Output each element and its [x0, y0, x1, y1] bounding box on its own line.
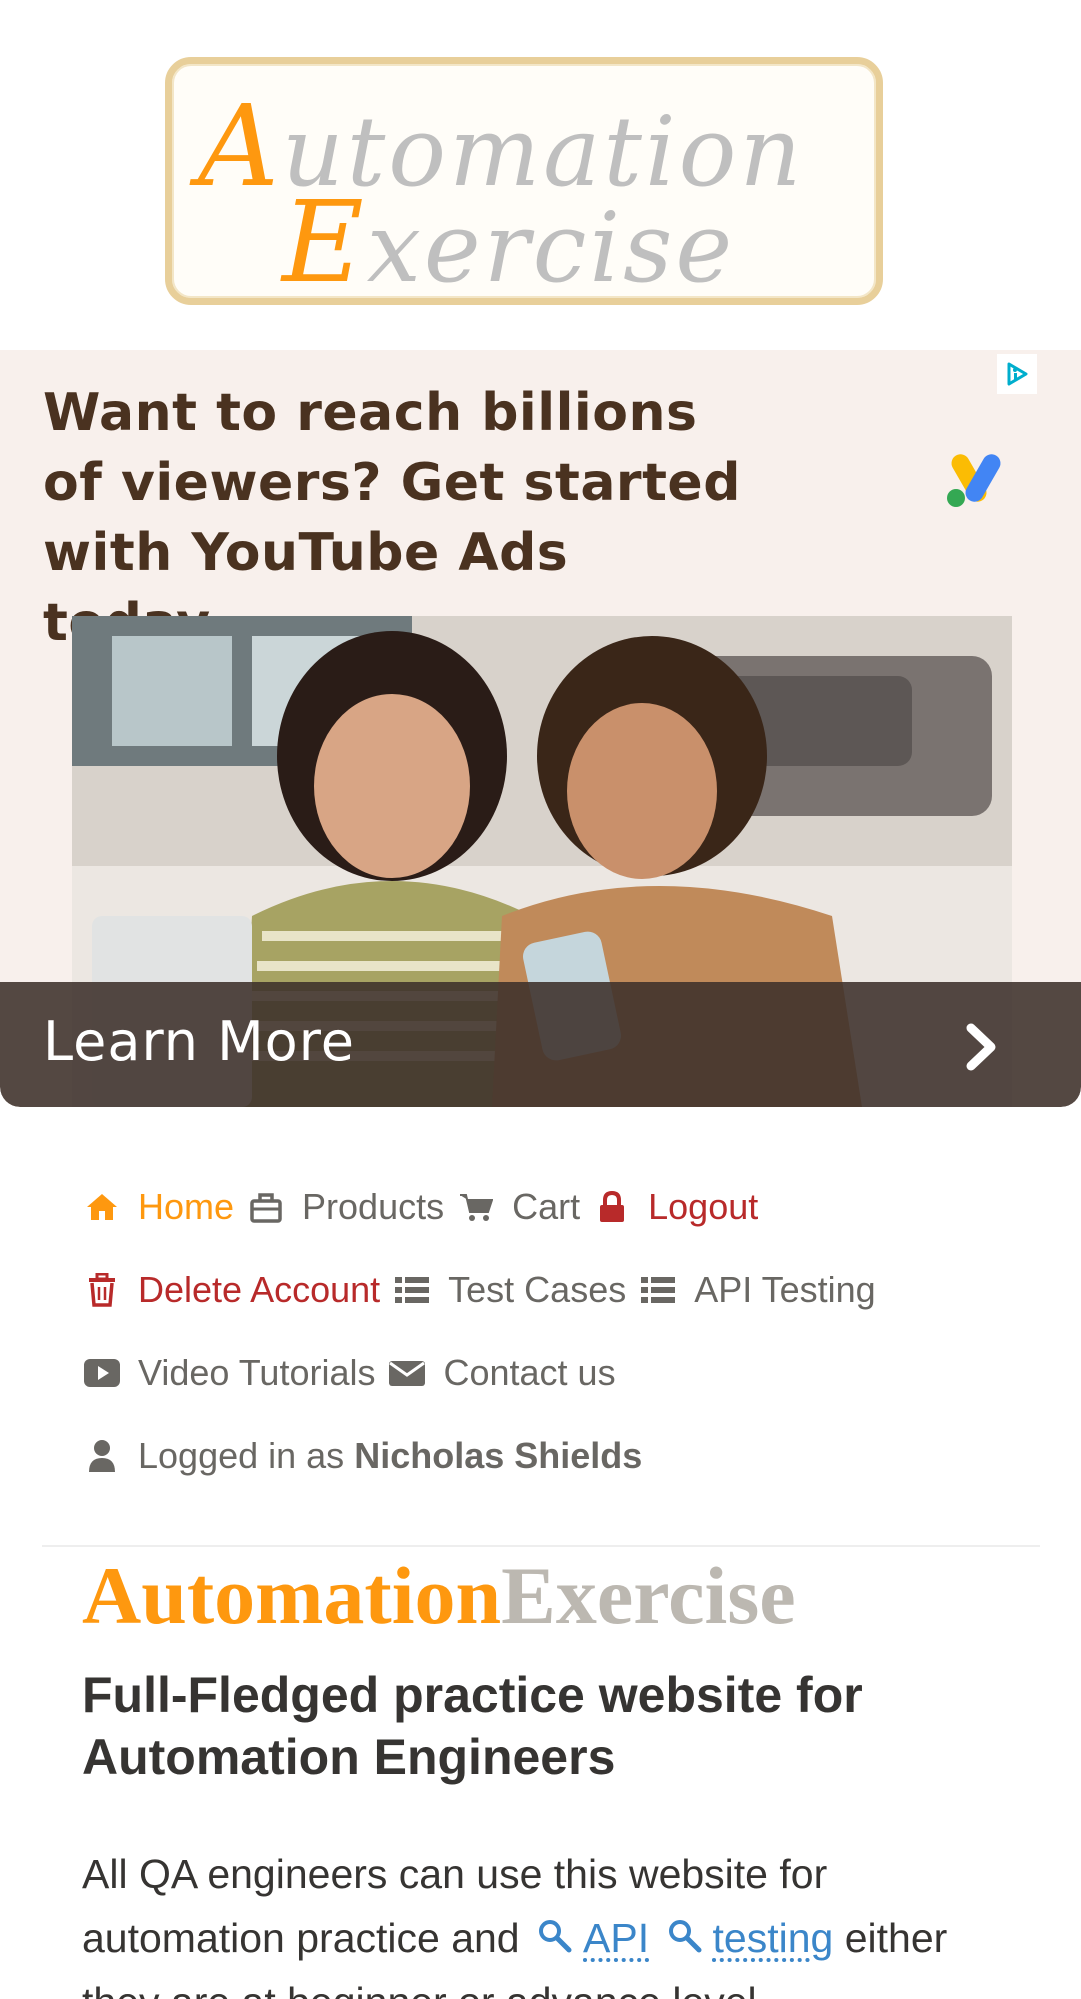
nav-video-tutorials-label: Video Tutorials: [138, 1351, 376, 1393]
hero-description: All QA engineers can use this website fo…: [82, 1842, 1012, 1999]
magnifier-icon: [667, 1908, 703, 1953]
learn-more-label: Learn More: [43, 1010, 355, 1073]
nav-row-1: Home Products Cart Logout: [82, 1165, 1042, 1248]
logged-in-username: Nicholas Shields: [354, 1434, 643, 1476]
lock-icon: [592, 1187, 632, 1227]
nav-cart-label: Cart: [512, 1185, 581, 1227]
header-logo-area: Automation Exercise: [0, 0, 1081, 350]
nav-delete-account-label: Delete Account: [138, 1268, 381, 1310]
nav-home[interactable]: Home: [82, 1186, 234, 1228]
nav-row-4: Logged in as Nicholas Shields: [82, 1414, 1042, 1497]
logged-in-label: Logged in as: [138, 1434, 345, 1476]
nav-cart[interactable]: Cart: [456, 1186, 580, 1228]
site-logo[interactable]: Automation Exercise: [165, 57, 883, 308]
home-icon: [82, 1187, 122, 1227]
adchoices-icon[interactable]: [997, 354, 1037, 394]
chevron-right-icon: [961, 1022, 1001, 1072]
nav-api-testing-label: API Testing: [694, 1268, 876, 1310]
nav-logout[interactable]: Logout: [592, 1186, 758, 1228]
nav-video-tutorials[interactable]: Video Tutorials: [82, 1352, 375, 1394]
logo-line-2: Exercise: [282, 178, 736, 308]
envelope-icon: [387, 1353, 427, 1393]
logged-in-status: Logged in as Nicholas Shields: [82, 1435, 642, 1477]
nav-row-2: Delete Account Test Cases API Testing: [82, 1248, 1042, 1331]
nav-home-label: Home: [138, 1185, 235, 1227]
list-icon: [638, 1270, 678, 1310]
nav-test-cases[interactable]: Test Cases: [392, 1269, 626, 1311]
nav-delete-account[interactable]: Delete Account: [82, 1269, 380, 1311]
main-navigation: Home Products Cart Logout Delete Account…: [82, 1165, 1042, 1497]
list-icon: [392, 1270, 432, 1310]
google-ads-icon: [944, 450, 1008, 510]
brand-part-exercise: Exercise: [501, 1550, 796, 1641]
youtube-play-icon: [82, 1353, 122, 1393]
nav-logout-label: Logout: [648, 1185, 759, 1227]
nav-products[interactable]: Products: [246, 1186, 444, 1228]
learn-more-button[interactable]: Learn More: [0, 982, 1081, 1107]
nav-row-3: Video Tutorials Contact us: [82, 1331, 1042, 1414]
section-divider: [42, 1545, 1040, 1547]
hero-brand-heading: AutomationExercise: [82, 1548, 796, 1644]
shopping-cart-icon: [456, 1187, 496, 1227]
nav-test-cases-label: Test Cases: [448, 1268, 627, 1310]
brand-part-automation: Automation: [82, 1550, 502, 1641]
nav-products-label: Products: [302, 1185, 445, 1227]
nav-contact-us-label: Contact us: [443, 1351, 616, 1393]
advertisement-banner[interactable]: Want to reach billions of viewers? Get s…: [0, 350, 1081, 1107]
nav-api-testing[interactable]: API Testing: [638, 1268, 876, 1311]
trash-icon: [82, 1270, 122, 1310]
magnifier-icon: [537, 1908, 573, 1953]
hero-title: Full-Fledged practice website for Automa…: [82, 1667, 863, 1785]
nav-contact-us[interactable]: Contact us: [387, 1351, 616, 1394]
testing-link[interactable]: testing: [713, 1906, 834, 1970]
user-icon: [82, 1436, 122, 1476]
api-link[interactable]: API: [583, 1906, 649, 1970]
products-icon: [246, 1187, 286, 1227]
